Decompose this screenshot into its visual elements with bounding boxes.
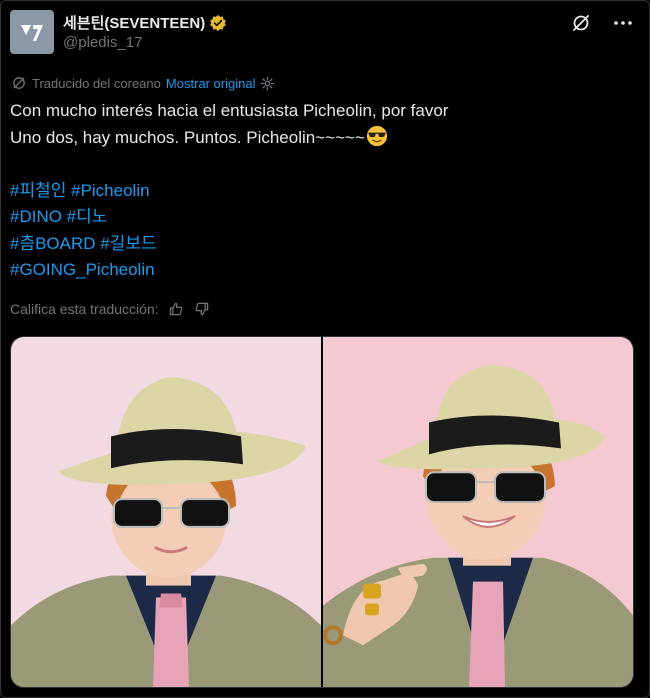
header-actions bbox=[570, 12, 634, 34]
translate-icon bbox=[13, 77, 25, 89]
photo-1[interactable] bbox=[11, 337, 321, 687]
hashtag[interactable]: #DINO bbox=[10, 207, 62, 226]
tweet-line-2-text: Uno dos, hay muchos. Puntos. Picheolin~~… bbox=[10, 127, 365, 147]
hashtag-line-4: #GOING_Picheolin bbox=[10, 257, 630, 284]
grok-icon[interactable] bbox=[570, 12, 592, 34]
translation-notice: Traducido del coreano Mostrar original bbox=[11, 75, 275, 91]
avatar[interactable] bbox=[10, 10, 54, 54]
gear-icon[interactable] bbox=[260, 76, 275, 91]
account-name[interactable]: 세븐틴(SEVENTEEN) bbox=[63, 12, 205, 33]
tweet-line-2: Uno dos, hay muchos. Puntos. Picheolin~~… bbox=[10, 125, 630, 152]
hashtag[interactable]: #피철인 bbox=[10, 181, 66, 200]
sunglasses-emoji-icon bbox=[366, 125, 387, 146]
hashtag[interactable]: #츰BOARD bbox=[10, 234, 96, 253]
verified-badge-icon bbox=[210, 14, 227, 31]
rate-translation: Califica esta traducción: bbox=[10, 300, 211, 318]
hashtag[interactable]: #길보드 bbox=[100, 234, 156, 253]
photo-1-image bbox=[11, 337, 321, 687]
more-icon[interactable] bbox=[612, 12, 634, 34]
seventeen-logo-icon bbox=[21, 25, 43, 41]
hashtag[interactable]: #Picheolin bbox=[71, 181, 149, 200]
show-original-link[interactable]: Mostrar original bbox=[166, 76, 256, 91]
photo-2-image bbox=[323, 337, 633, 687]
account-handle[interactable]: @pledis_17 bbox=[63, 34, 142, 51]
hashtag-line-3: #츰BOARD #길보드 bbox=[10, 231, 630, 258]
rate-label: Califica esta traducción: bbox=[10, 301, 159, 317]
tweet-line-1: Con mucho interés hacia el entusiasta Pi… bbox=[10, 101, 449, 120]
tweet-text: Con mucho interés hacia el entusiasta Pi… bbox=[10, 98, 630, 284]
photo-2[interactable] bbox=[323, 337, 633, 687]
translation-label: Traducido del coreano bbox=[32, 75, 161, 91]
hashtag-line-2: #DINO #디노 bbox=[10, 204, 630, 231]
hashtag-line-1: #피철인 #Picheolin bbox=[10, 178, 630, 205]
media-grid bbox=[10, 336, 634, 688]
thumbs-up-icon[interactable] bbox=[167, 300, 185, 318]
thumbs-down-icon[interactable] bbox=[193, 300, 211, 318]
hashtag[interactable]: #GOING_Picheolin bbox=[10, 260, 155, 279]
account-name-row: 세븐틴(SEVENTEEN) bbox=[63, 12, 227, 33]
hashtag[interactable]: #디노 bbox=[67, 207, 108, 226]
